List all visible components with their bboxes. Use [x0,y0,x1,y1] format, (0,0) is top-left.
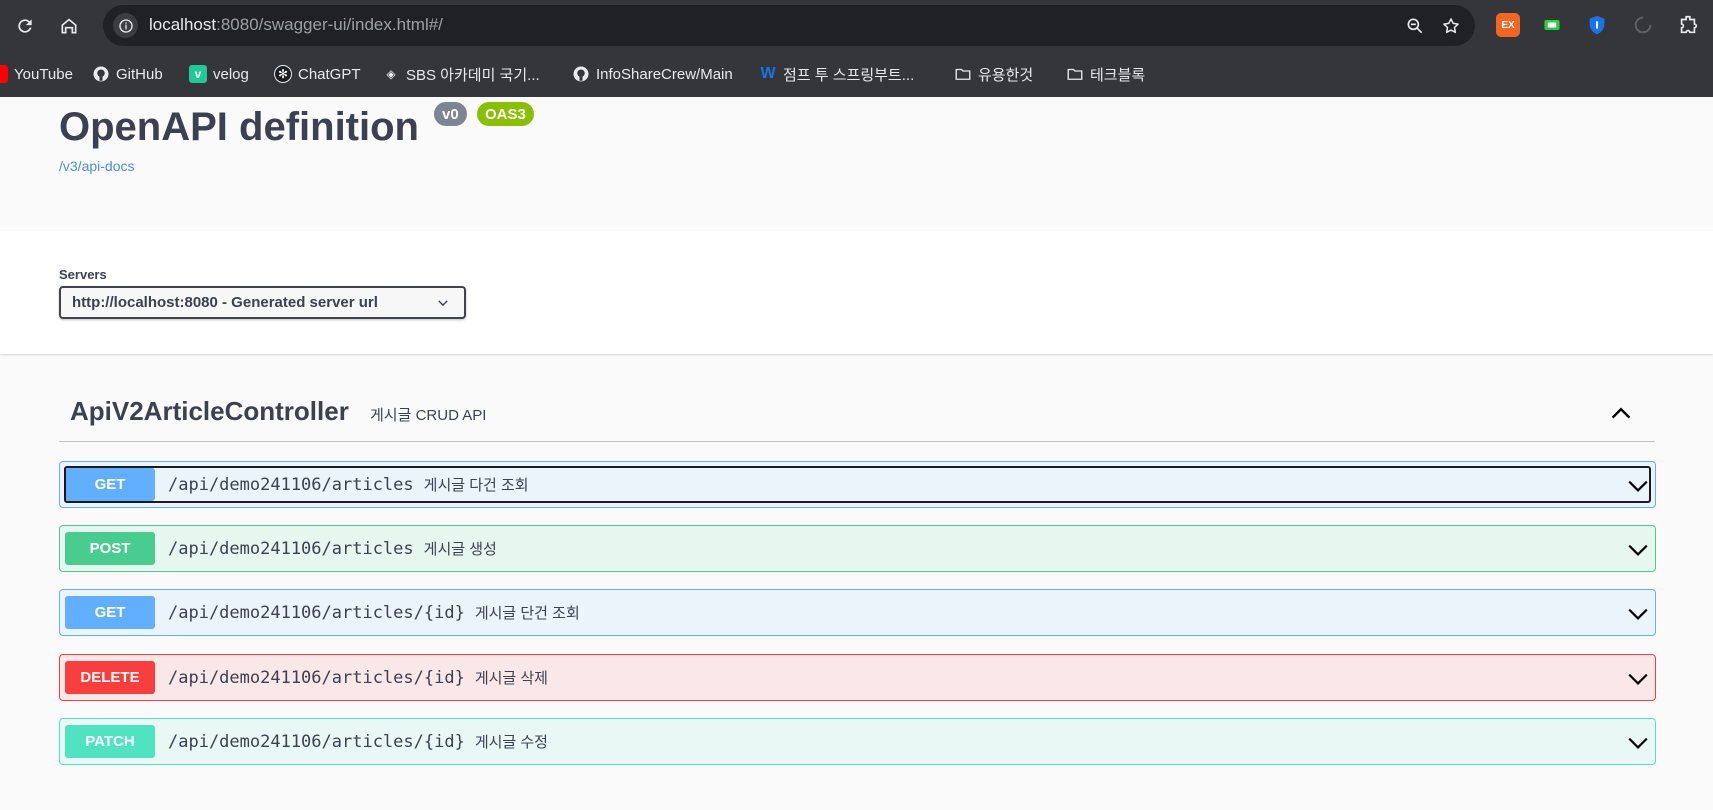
tag-header-apiv2articlecontroller[interactable]: ApiV2ArticleController 게시글 CRUD API [59,386,1655,442]
api-info: OpenAPI definition v0 OAS3 /v3/api-docs [0,97,1713,231]
oas-badge: OAS3 [477,102,534,126]
focus-ring [64,466,1651,503]
operation-summary: 게시글 삭제 [474,670,548,687]
bookmark-youtube[interactable]: YouTube [0,62,73,86]
version-badge: v0 [434,102,467,126]
extension-shield-icon[interactable] [1585,13,1609,37]
bookmark-folder-techblog[interactable]: 테크블록 [1066,62,1145,86]
tag-description: 게시글 CRUD API [370,407,487,424]
chevron-down-icon[interactable] [1627,603,1649,625]
operation-path-text: /api/demo241106/articles/{id} [168,603,465,623]
bookmark-label: InfoShareCrew/Main [596,65,733,83]
url-path: :8080/swagger-ui/index.html#/ [216,15,443,34]
operation-summary: 게시글 단건 조회 [474,605,580,622]
chevron-down-icon[interactable] [1627,668,1649,690]
url-text[interactable]: localhost:8080/swagger-ui/index.html#/ [149,15,443,35]
zoom-icon[interactable] [1403,14,1427,38]
browser-chrome: localhost:8080/swagger-ui/index.html#/ E… [0,0,1713,97]
bookmark-sbs[interactable]: ◈ SBS 아카데미 국기... [382,62,540,86]
tag-name: ApiV2ArticleController [70,396,349,426]
operation-summary: 게시글 수정 [474,734,548,751]
bookmark-label: YouTube [14,65,73,83]
folder-icon [1066,65,1084,83]
method-badge: POST [65,532,155,565]
extension-ex-icon[interactable]: EX [1496,13,1520,37]
api-docs-link[interactable]: /v3/api-docs [59,158,134,174]
bookmark-label: 테크블록 [1090,66,1146,84]
bookmark-jump-to-springboot[interactable]: W 점프 투 스프링부트... [759,62,914,86]
operation-get-articles[interactable]: GET /api/demo241106/articles 게시글 다건 조회 [59,461,1656,508]
bookmark-label: SBS 아카데미 국기... [406,66,540,84]
address-bar[interactable]: localhost:8080/swagger-ui/index.html#/ [103,5,1475,46]
bookmark-chatgpt[interactable]: ✻ ChatGPT [274,62,361,86]
method-badge: GET [65,596,155,629]
page-title: OpenAPI definition [59,105,419,149]
operation-path-text: /api/demo241106/articles/{id} [168,732,465,752]
chevron-up-icon[interactable] [1609,402,1633,426]
servers-selected-value: http://localhost:8080 - Generated server… [72,294,378,311]
operation-delete-article[interactable]: DELETE /api/demo241106/articles/{id} 게시글 … [59,654,1656,701]
servers-section: Servers http://localhost:8080 - Generate… [0,231,1713,354]
operation-post-articles[interactable]: POST /api/demo241106/articles 게시글 생성 [59,525,1656,572]
bookmark-folder-useful[interactable]: 유용한것 [954,62,1033,86]
bookmark-github[interactable]: GitHub [92,62,163,86]
sbs-icon: ◈ [386,67,396,81]
method-badge: PATCH [65,725,155,758]
chatgpt-icon: ✻ [274,65,292,83]
velog-icon: v [189,65,207,83]
chevron-down-icon [438,300,448,307]
bookmark-velog[interactable]: v velog [189,62,249,86]
bookmark-label: GitHub [116,65,163,83]
operation-path: /api/demo241106/articles/{id} 게시글 단건 조회 [168,602,580,623]
extension-green-icon[interactable] [1540,13,1564,37]
operation-path: /api/demo241106/articles/{id} 게시글 수정 [168,731,548,752]
servers-label: Servers [59,267,107,282]
browser-toolbar: localhost:8080/swagger-ui/index.html#/ E… [0,0,1713,52]
servers-select[interactable]: http://localhost:8080 - Generated server… [59,286,466,319]
chevron-down-icon[interactable] [1627,732,1649,754]
home-button[interactable] [52,9,86,43]
bookmark-label: 유용한것 [978,66,1034,84]
loading-spinner-icon [1631,13,1655,37]
reload-button[interactable] [8,9,42,43]
method-badge: DELETE [65,661,155,694]
swagger-page: OpenAPI definition v0 OAS3 /v3/api-docs … [0,97,1713,810]
wikidocs-icon: W [760,65,776,82]
reload-icon [18,19,32,33]
operation-path-text: /api/demo241106/articles [168,539,414,559]
bookmark-star-icon[interactable] [1439,14,1463,38]
operation-summary: 게시글 생성 [423,541,497,558]
bookmark-infosharecrew[interactable]: InfoShareCrew/Main [572,62,733,86]
operation-path: /api/demo241106/articles/{id} 게시글 삭제 [168,667,548,688]
chevron-down-icon[interactable] [1627,539,1649,561]
youtube-icon [0,65,8,83]
url-host: localhost [149,15,217,34]
site-info-icon[interactable] [113,13,138,38]
folder-icon [954,65,972,83]
bookmark-label: velog [213,65,249,83]
extension-ex-label: EX [1501,19,1515,31]
extensions-puzzle-icon[interactable] [1676,13,1700,37]
home-icon [61,18,77,34]
operation-patch-article[interactable]: PATCH /api/demo241106/articles/{id} 게시글 수… [59,718,1656,765]
bookmarks-bar: YouTube GitHub v velog ✻ ChatGPT ◈ SBS 아… [0,52,1713,97]
github-icon [92,65,110,83]
bookmark-label: 점프 투 스프링부트... [783,66,915,84]
operation-path: /api/demo241106/articles 게시글 생성 [168,538,497,559]
github-icon [572,65,590,83]
operation-get-article-by-id[interactable]: GET /api/demo241106/articles/{id} 게시글 단건 … [59,589,1656,636]
bookmark-label: ChatGPT [298,65,361,83]
operation-path-text: /api/demo241106/articles/{id} [168,668,465,688]
